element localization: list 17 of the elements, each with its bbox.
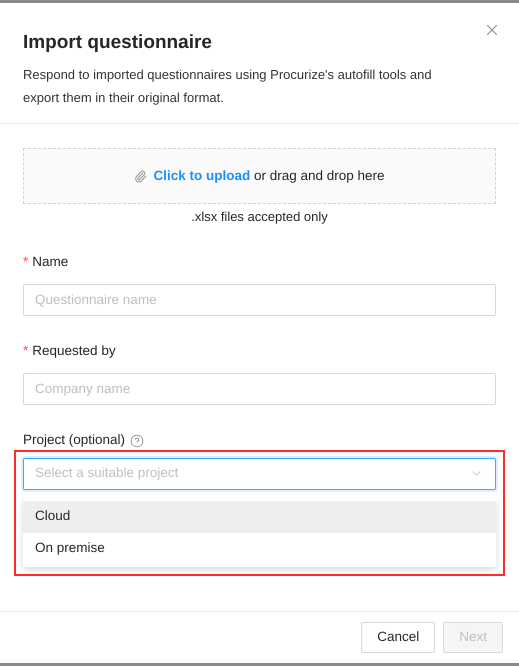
upload-hint: .xlsx files accepted only: [190, 208, 329, 226]
field-label: Project (optional): [23, 431, 126, 450]
upload-dropzone[interactable]: Click to upload or drag and drop here: [23, 148, 496, 204]
help-icon: [130, 434, 144, 448]
dialog-button[interactable]: Cancel: [361, 622, 436, 653]
text-field[interactable]: Questionnaire name: [23, 284, 496, 316]
required-mark: *: [23, 342, 28, 360]
dropdown-option[interactable]: Cloud: [23, 500, 496, 532]
dialog-description: Respond to imported questionnaires using Procurize's autofill tools and export them in their original format.: [23, 66, 433, 107]
upload-text: or drag and drop here: [254, 168, 385, 183]
paperclip-icon: [134, 170, 148, 182]
field-label: Name: [32, 253, 68, 272]
text-field[interactable]: Company name: [23, 372, 496, 404]
required-mark: *: [23, 253, 28, 272]
dialog-title: Import questionnaire: [23, 31, 213, 55]
field-label: Requested by: [32, 342, 116, 360]
dropdown-option[interactable]: On premise: [23, 532, 496, 564]
